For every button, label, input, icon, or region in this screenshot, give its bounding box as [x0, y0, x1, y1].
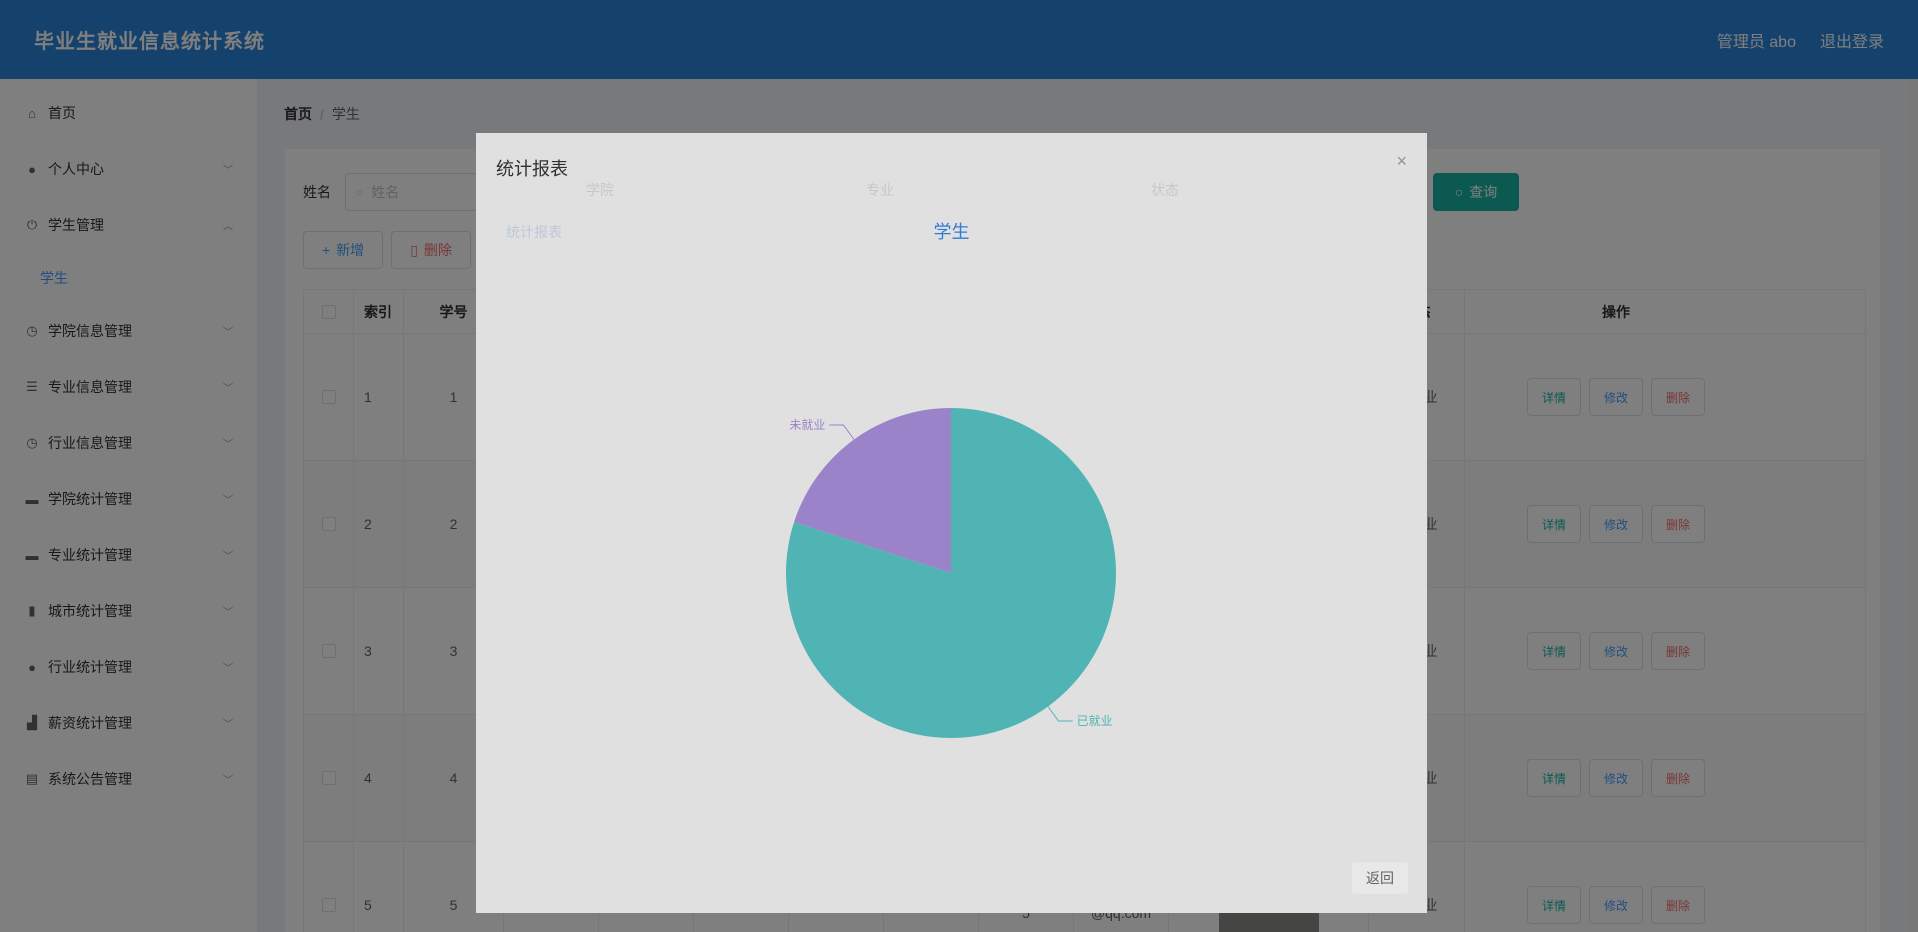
pie-label-line-0: [1047, 706, 1073, 722]
close-icon[interactable]: ×: [1396, 151, 1407, 172]
chart-title: 学生: [933, 222, 970, 242]
stats-report-dialog: 统计报表 × 学院 专业 状态 统计报表 学生 已就业 未就业 返回: [476, 133, 1427, 913]
ghost-college-label: 学院: [586, 182, 614, 198]
ghost-major-label: 专业: [866, 182, 894, 198]
pie-chart: 已就业 未就业: [786, 408, 1116, 738]
pie-label-line-1: [829, 424, 855, 440]
pie-label-0: 已就业: [1077, 714, 1113, 728]
back-button[interactable]: 返回: [1351, 861, 1409, 895]
dialog-title: 统计报表: [496, 159, 568, 179]
ghost-status-label: 状态: [1151, 182, 1179, 198]
pie-label-1: 未就业: [789, 418, 825, 432]
